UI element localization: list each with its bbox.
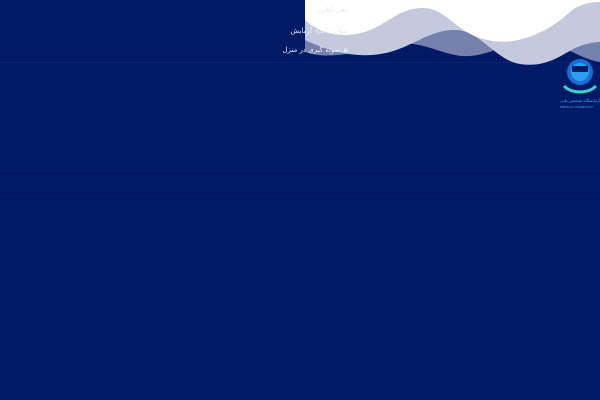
- divider-line: [0, 196, 600, 197]
- menu-item-label: دهی آنلاین: [317, 6, 348, 14]
- menu-item-online-reception[interactable]: دهی آنلاین: [318, 5, 348, 15]
- logo-mark-icon: [562, 59, 598, 94]
- logo-name: آزمایشگاه تشخیص طبی: [560, 98, 600, 103]
- menu-item-test-results[interactable]: جواب پاسخ آزمایش: [291, 26, 348, 36]
- home-icon: ⌂: [343, 46, 348, 54]
- page: دهی آنلاین جواب پاسخ آزمایش ⌂ نمونه گیری…: [0, 0, 600, 400]
- site-logo[interactable]: آزمایشگاه تشخیص طبی MEDICAL DIAGNOSTIC: [560, 56, 600, 116]
- header-waves: [305, 0, 600, 65]
- logo-subtitle: MEDICAL DIAGNOSTIC: [560, 105, 594, 109]
- menu-item-home-sampling[interactable]: ⌂ نمونه گیری در منزل: [282, 45, 348, 55]
- menu-item-label: نمونه گیری در منزل: [282, 46, 341, 54]
- menu-item-label: جواب پاسخ آزمایش: [290, 27, 348, 35]
- divider-line: [0, 170, 600, 171]
